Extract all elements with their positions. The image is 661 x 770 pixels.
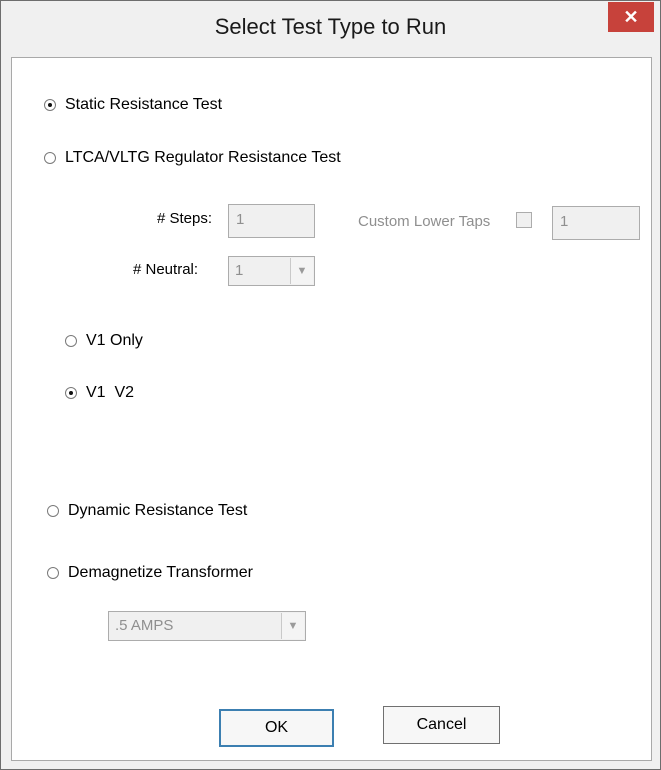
chevron-down-icon[interactable]: ▼ (290, 258, 313, 284)
radio-button-dynamic[interactable] (47, 505, 59, 517)
radio-v1-only[interactable]: V1 Only (65, 332, 143, 350)
close-icon: ✕ (623, 6, 639, 27)
custom-lower-taps-input[interactable]: 1 (552, 206, 640, 240)
static-resistance-label: Static Resistance Test (65, 96, 223, 113)
steps-input[interactable]: 1 (228, 204, 315, 238)
neutral-selected-value: 1 (235, 262, 244, 279)
radio-v1-v2[interactable]: V1 V2 (65, 384, 134, 402)
v1-only-label: V1 Only (86, 332, 143, 349)
demag-current-selected-value: .5 AMPS (115, 617, 174, 634)
radio-static-resistance-test[interactable]: Static Resistance Test (44, 96, 222, 114)
radio-ltca-vltg-test[interactable]: LTCA/VLTG Regulator Resistance Test (44, 149, 341, 167)
dialog-window: Select Test Type to Run ✕ Static Resista… (0, 0, 661, 770)
radio-button-v1-v2[interactable] (65, 387, 77, 399)
demagnetize-label: Demagnetize Transformer (68, 564, 253, 581)
ok-button[interactable]: OK (219, 709, 334, 747)
neutral-select[interactable]: 1 ▼ (228, 256, 315, 286)
ltca-label: LTCA/VLTG Regulator Resistance Test (65, 149, 341, 166)
chevron-down-icon[interactable]: ▼ (281, 613, 304, 639)
radio-demagnetize-transformer[interactable]: Demagnetize Transformer (47, 564, 253, 582)
v1-v2-label: V1 V2 (86, 384, 135, 401)
custom-lower-taps-checkbox[interactable] (516, 212, 532, 228)
neutral-label: # Neutral: (133, 261, 199, 278)
radio-button-v1-only[interactable] (65, 335, 77, 347)
demag-current-select[interactable]: .5 AMPS ▼ (108, 611, 306, 641)
close-button[interactable]: ✕ (608, 2, 654, 32)
custom-lower-taps-label: Custom Lower Taps (358, 213, 491, 230)
radio-dynamic-resistance-test[interactable]: Dynamic Resistance Test (47, 502, 247, 520)
dynamic-resistance-label: Dynamic Resistance Test (68, 502, 248, 519)
radio-button-demagnetize[interactable] (47, 567, 59, 579)
dialog-body: Static Resistance Test LTCA/VLTG Regulat… (11, 57, 652, 761)
window-title: Select Test Type to Run (214, 14, 447, 39)
cancel-button[interactable]: Cancel (383, 706, 500, 744)
radio-button-ltca[interactable] (44, 152, 56, 164)
title-bar[interactable]: Select Test Type to Run ✕ (1, 1, 660, 57)
radio-button-static[interactable] (44, 99, 56, 111)
steps-label: # Steps: (157, 210, 213, 227)
